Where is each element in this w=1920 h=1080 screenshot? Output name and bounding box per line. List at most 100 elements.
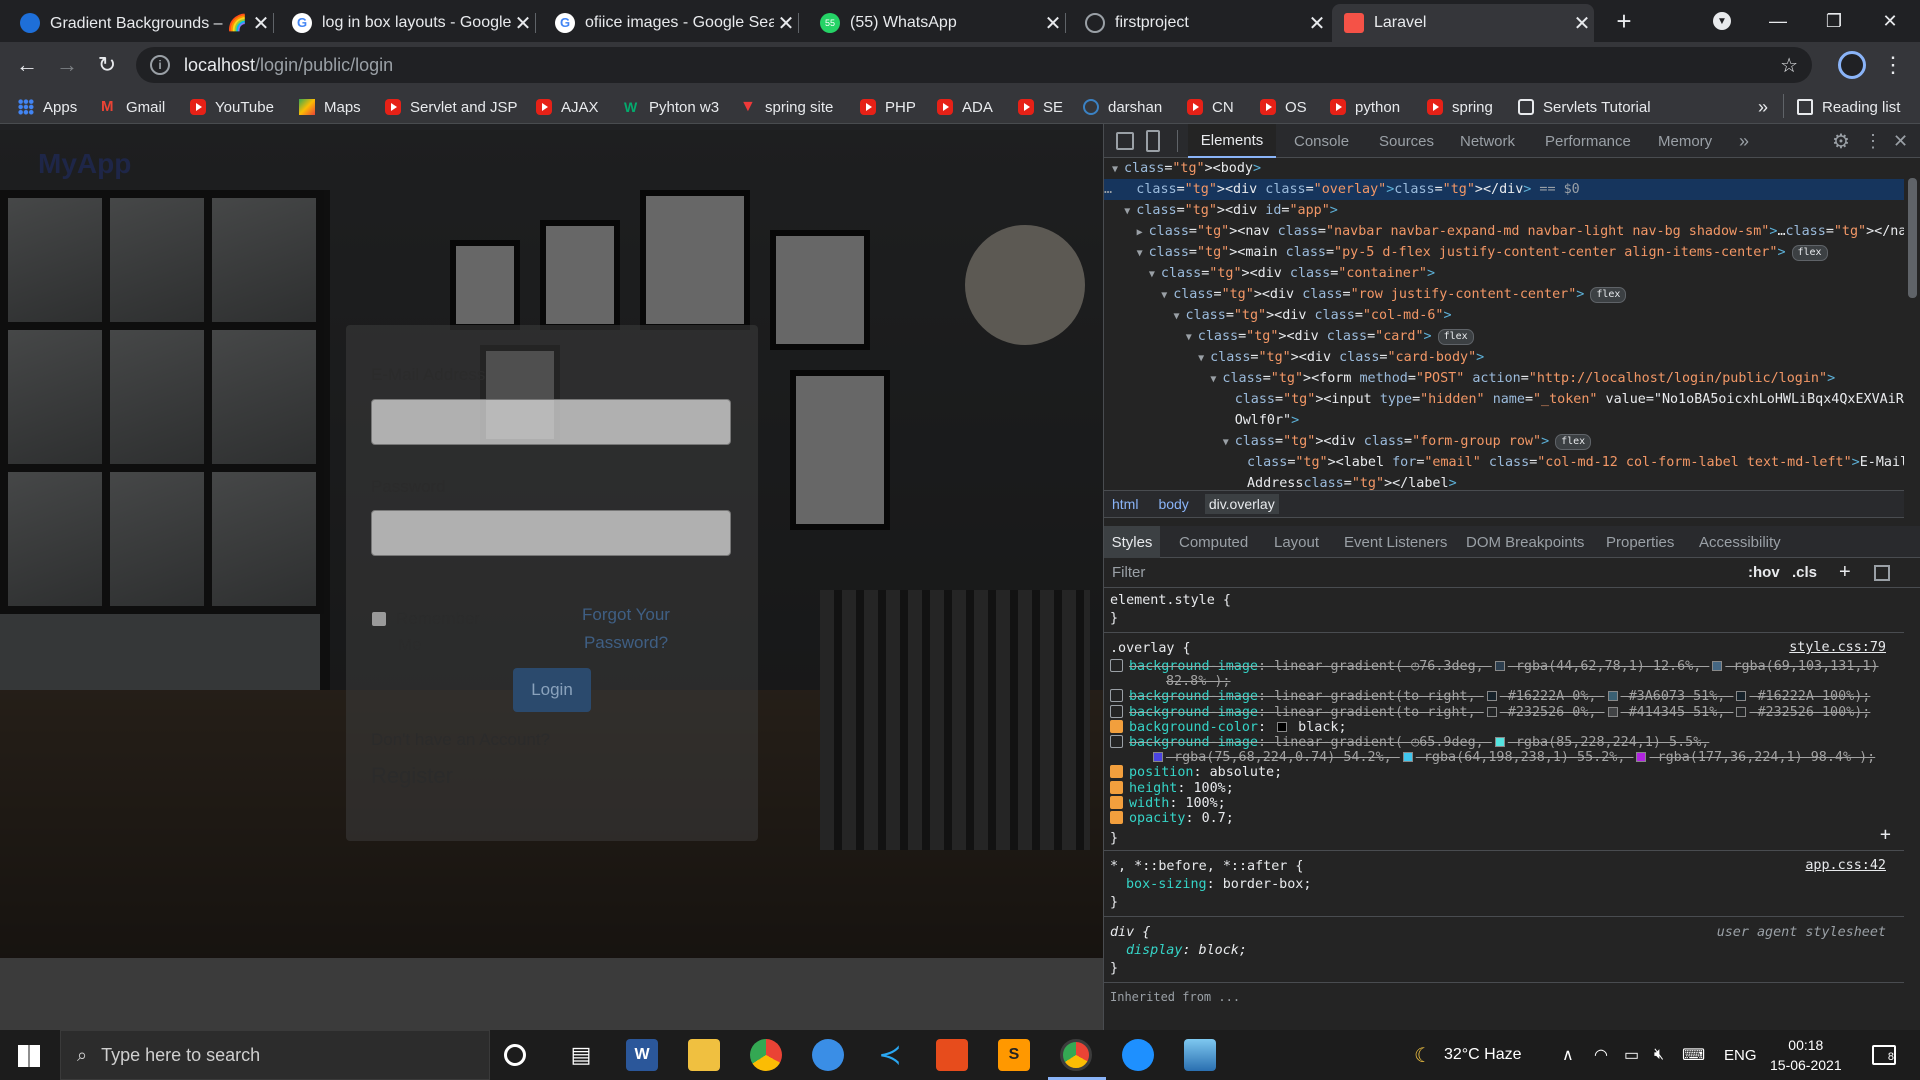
minimize-button[interactable]: — <box>1750 0 1806 42</box>
declaration-checkbox[interactable] <box>1110 795 1123 809</box>
dom-node[interactable]: ▼ class="tg"><div class="row justify-cont… <box>1104 284 1904 305</box>
universal-rule-selector[interactable]: *, *::before, *::after { <box>1110 858 1303 876</box>
remember-me-checkbox[interactable] <box>372 612 386 626</box>
dom-node[interactable]: ▼ class="tg"><div class="card-body"> <box>1104 347 1904 368</box>
flex-badge[interactable]: flex <box>1791 245 1828 261</box>
dom-node[interactable]: class="tg"><label for="email" class="col… <box>1104 452 1904 473</box>
reading-list-button[interactable]: Reading list <box>1797 96 1900 118</box>
task-view-icon[interactable]: ▤ <box>565 1039 597 1071</box>
photos-icon[interactable] <box>1184 1039 1216 1071</box>
tab-firstproject[interactable]: firstproject ✕ <box>1073 4 1329 42</box>
browser-app-icon[interactable] <box>812 1039 844 1071</box>
breadcrumb-html[interactable]: html <box>1112 496 1138 512</box>
dom-node-selected[interactable]: … class="tg"><div class="overlay">class="… <box>1104 179 1904 200</box>
universal-rule-declaration[interactable]: box-sizing: border-box; <box>1126 876 1311 894</box>
color-swatch[interactable] <box>1607 706 1618 717</box>
close-icon[interactable]: ✕ <box>1041 11 1065 36</box>
dom-scrollbar[interactable] <box>1904 158 1920 490</box>
tab-laravel[interactable]: Laravel ✕ <box>1332 4 1594 42</box>
close-window-button[interactable]: ✕ <box>1862 0 1918 42</box>
tab-sources[interactable]: Sources <box>1379 124 1434 158</box>
device-toolbar-icon[interactable] <box>1146 130 1160 152</box>
bookmark-python-w3[interactable]: W Pyhton w3 <box>624 96 719 118</box>
dom-node[interactable]: ▼ class="tg"><div class="form-group row">… <box>1104 431 1904 452</box>
file-explorer-icon[interactable] <box>688 1039 720 1071</box>
color-swatch[interactable] <box>1402 752 1413 763</box>
declaration-checkbox[interactable] <box>1110 689 1123 703</box>
color-swatch[interactable] <box>1494 737 1505 747</box>
breadcrumb-body[interactable]: body <box>1158 496 1188 512</box>
color-swatch[interactable] <box>1494 661 1505 671</box>
color-swatch[interactable] <box>1486 706 1497 717</box>
more-tabs-icon[interactable]: » <box>1739 124 1749 158</box>
network-icon[interactable]: ◠ <box>1594 1030 1608 1080</box>
dom-node[interactable]: ▶ class="tg"><nav class="navbar navbar-ex… <box>1104 221 1904 242</box>
dom-node[interactable]: ▼ class="tg"><div id="app"> <box>1104 200 1904 221</box>
inspect-element-icon[interactable] <box>1116 132 1134 150</box>
profile-avatar[interactable] <box>1838 51 1866 79</box>
dom-node[interactable]: ▼ class="tg"><main class="py-5 d-flex jus… <box>1104 242 1904 263</box>
universal-rule-source-link[interactable]: app.css:42 <box>1805 858 1886 873</box>
tab-dom-breakpoints[interactable]: DOM Breakpoints <box>1466 526 1584 558</box>
bookmark-spring-site[interactable]: ▼ spring site <box>740 96 833 118</box>
color-swatch[interactable] <box>1277 721 1288 732</box>
expand-arrow-icon[interactable]: ▼ <box>1124 201 1136 222</box>
menu-kebab-icon[interactable]: ⋮ <box>1878 50 1908 80</box>
expand-arrow-icon[interactable]: ▼ <box>1161 285 1173 306</box>
div-rule-declaration[interactable]: display: block; <box>1126 942 1247 960</box>
expand-arrow-icon[interactable]: ▼ <box>1149 264 1161 285</box>
bookmark-cn[interactable]: CN <box>1187 96 1234 118</box>
tab-elements[interactable]: Elements <box>1188 124 1276 158</box>
taskbar-search-field[interactable]: ⌕ Type here to search <box>60 1030 490 1080</box>
gear-icon[interactable]: ⚙ <box>1832 124 1850 158</box>
forward-button[interactable]: → <box>52 50 82 80</box>
bookmark-ajax[interactable]: AJAX <box>536 96 599 118</box>
new-tab-button[interactable]: + <box>1596 0 1652 42</box>
bookmark-se[interactable]: SE <box>1018 96 1063 118</box>
sublime-text-icon[interactable]: S <box>998 1039 1030 1071</box>
more-bookmarks-button[interactable]: » <box>1758 96 1768 118</box>
overlay-rule-selector[interactable]: .overlay { <box>1110 640 1191 658</box>
div-rule-selector[interactable]: div { <box>1110 924 1150 942</box>
site-info-icon[interactable]: i <box>150 55 170 75</box>
bookmark-python[interactable]: python <box>1330 96 1400 118</box>
tab-computed[interactable]: Computed <box>1179 526 1248 558</box>
tab-properties[interactable]: Properties <box>1606 526 1674 558</box>
bookmark-os[interactable]: OS <box>1260 96 1307 118</box>
dom-node[interactable]: ▼ class="tg"><div class="col-md-6"> <box>1104 305 1904 326</box>
close-icon[interactable]: ✕ <box>249 11 273 36</box>
declaration-checkbox[interactable] <box>1110 765 1123 779</box>
bookmark-servlet-jsp[interactable]: Servlet and JSP <box>385 96 518 118</box>
forgot-password-link[interactable]: Forgot Your Password? <box>551 601 701 657</box>
add-declaration-icon[interactable]: + <box>1880 826 1891 844</box>
declaration-checkbox[interactable] <box>1110 811 1123 824</box>
bookmark-gmail[interactable]: M Gmail <box>101 96 165 118</box>
menu-kebab-icon[interactable]: ⋮ <box>1864 124 1882 158</box>
word-icon[interactable]: W <box>626 1039 658 1071</box>
reload-button[interactable]: ↻ <box>92 50 122 80</box>
color-swatch[interactable] <box>1712 661 1723 671</box>
battery-icon[interactable]: ▭ <box>1624 1030 1639 1080</box>
tab-login-layouts[interactable]: G log in box layouts - Google ✕ <box>280 4 536 42</box>
dom-node[interactable]: Addressclass="tg"></label> <box>1104 473 1904 490</box>
css-declaration[interactable]: opacity: 0.7; <box>1110 810 1234 828</box>
toggle-sidebar-icon[interactable] <box>1874 565 1890 581</box>
bookmark-apps[interactable]: Apps <box>18 96 77 118</box>
dom-node[interactable]: ▼ class="tg"><div class="container"> <box>1104 263 1904 284</box>
tab-styles[interactable]: Styles <box>1104 526 1160 558</box>
volume-mute-icon[interactable]: 🔇︎ <box>1654 1030 1664 1080</box>
color-swatch[interactable] <box>1636 752 1647 763</box>
declaration-checkbox[interactable] <box>1110 704 1123 718</box>
tab-office-images[interactable]: G ofiice images - Google Sear ✕ <box>543 4 799 42</box>
color-swatch[interactable] <box>1736 691 1747 702</box>
tab-whatsapp[interactable]: 55 (55) WhatsApp ✕ <box>808 4 1066 42</box>
email-field[interactable] <box>371 399 731 445</box>
overlay-rule-source-link[interactable]: style.css:79 <box>1789 640 1886 655</box>
expand-arrow-icon[interactable]: ▶ <box>1137 222 1149 243</box>
cls-toggle[interactable]: .cls <box>1792 564 1817 581</box>
close-icon[interactable]: ✕ <box>774 11 798 36</box>
vscode-icon[interactable]: ≺ <box>874 1039 906 1071</box>
password-field[interactable] <box>371 510 731 556</box>
dom-node[interactable]: ▼ class="tg"><div class="card"> flex <box>1104 326 1904 347</box>
flex-badge[interactable]: flex <box>1437 329 1474 345</box>
